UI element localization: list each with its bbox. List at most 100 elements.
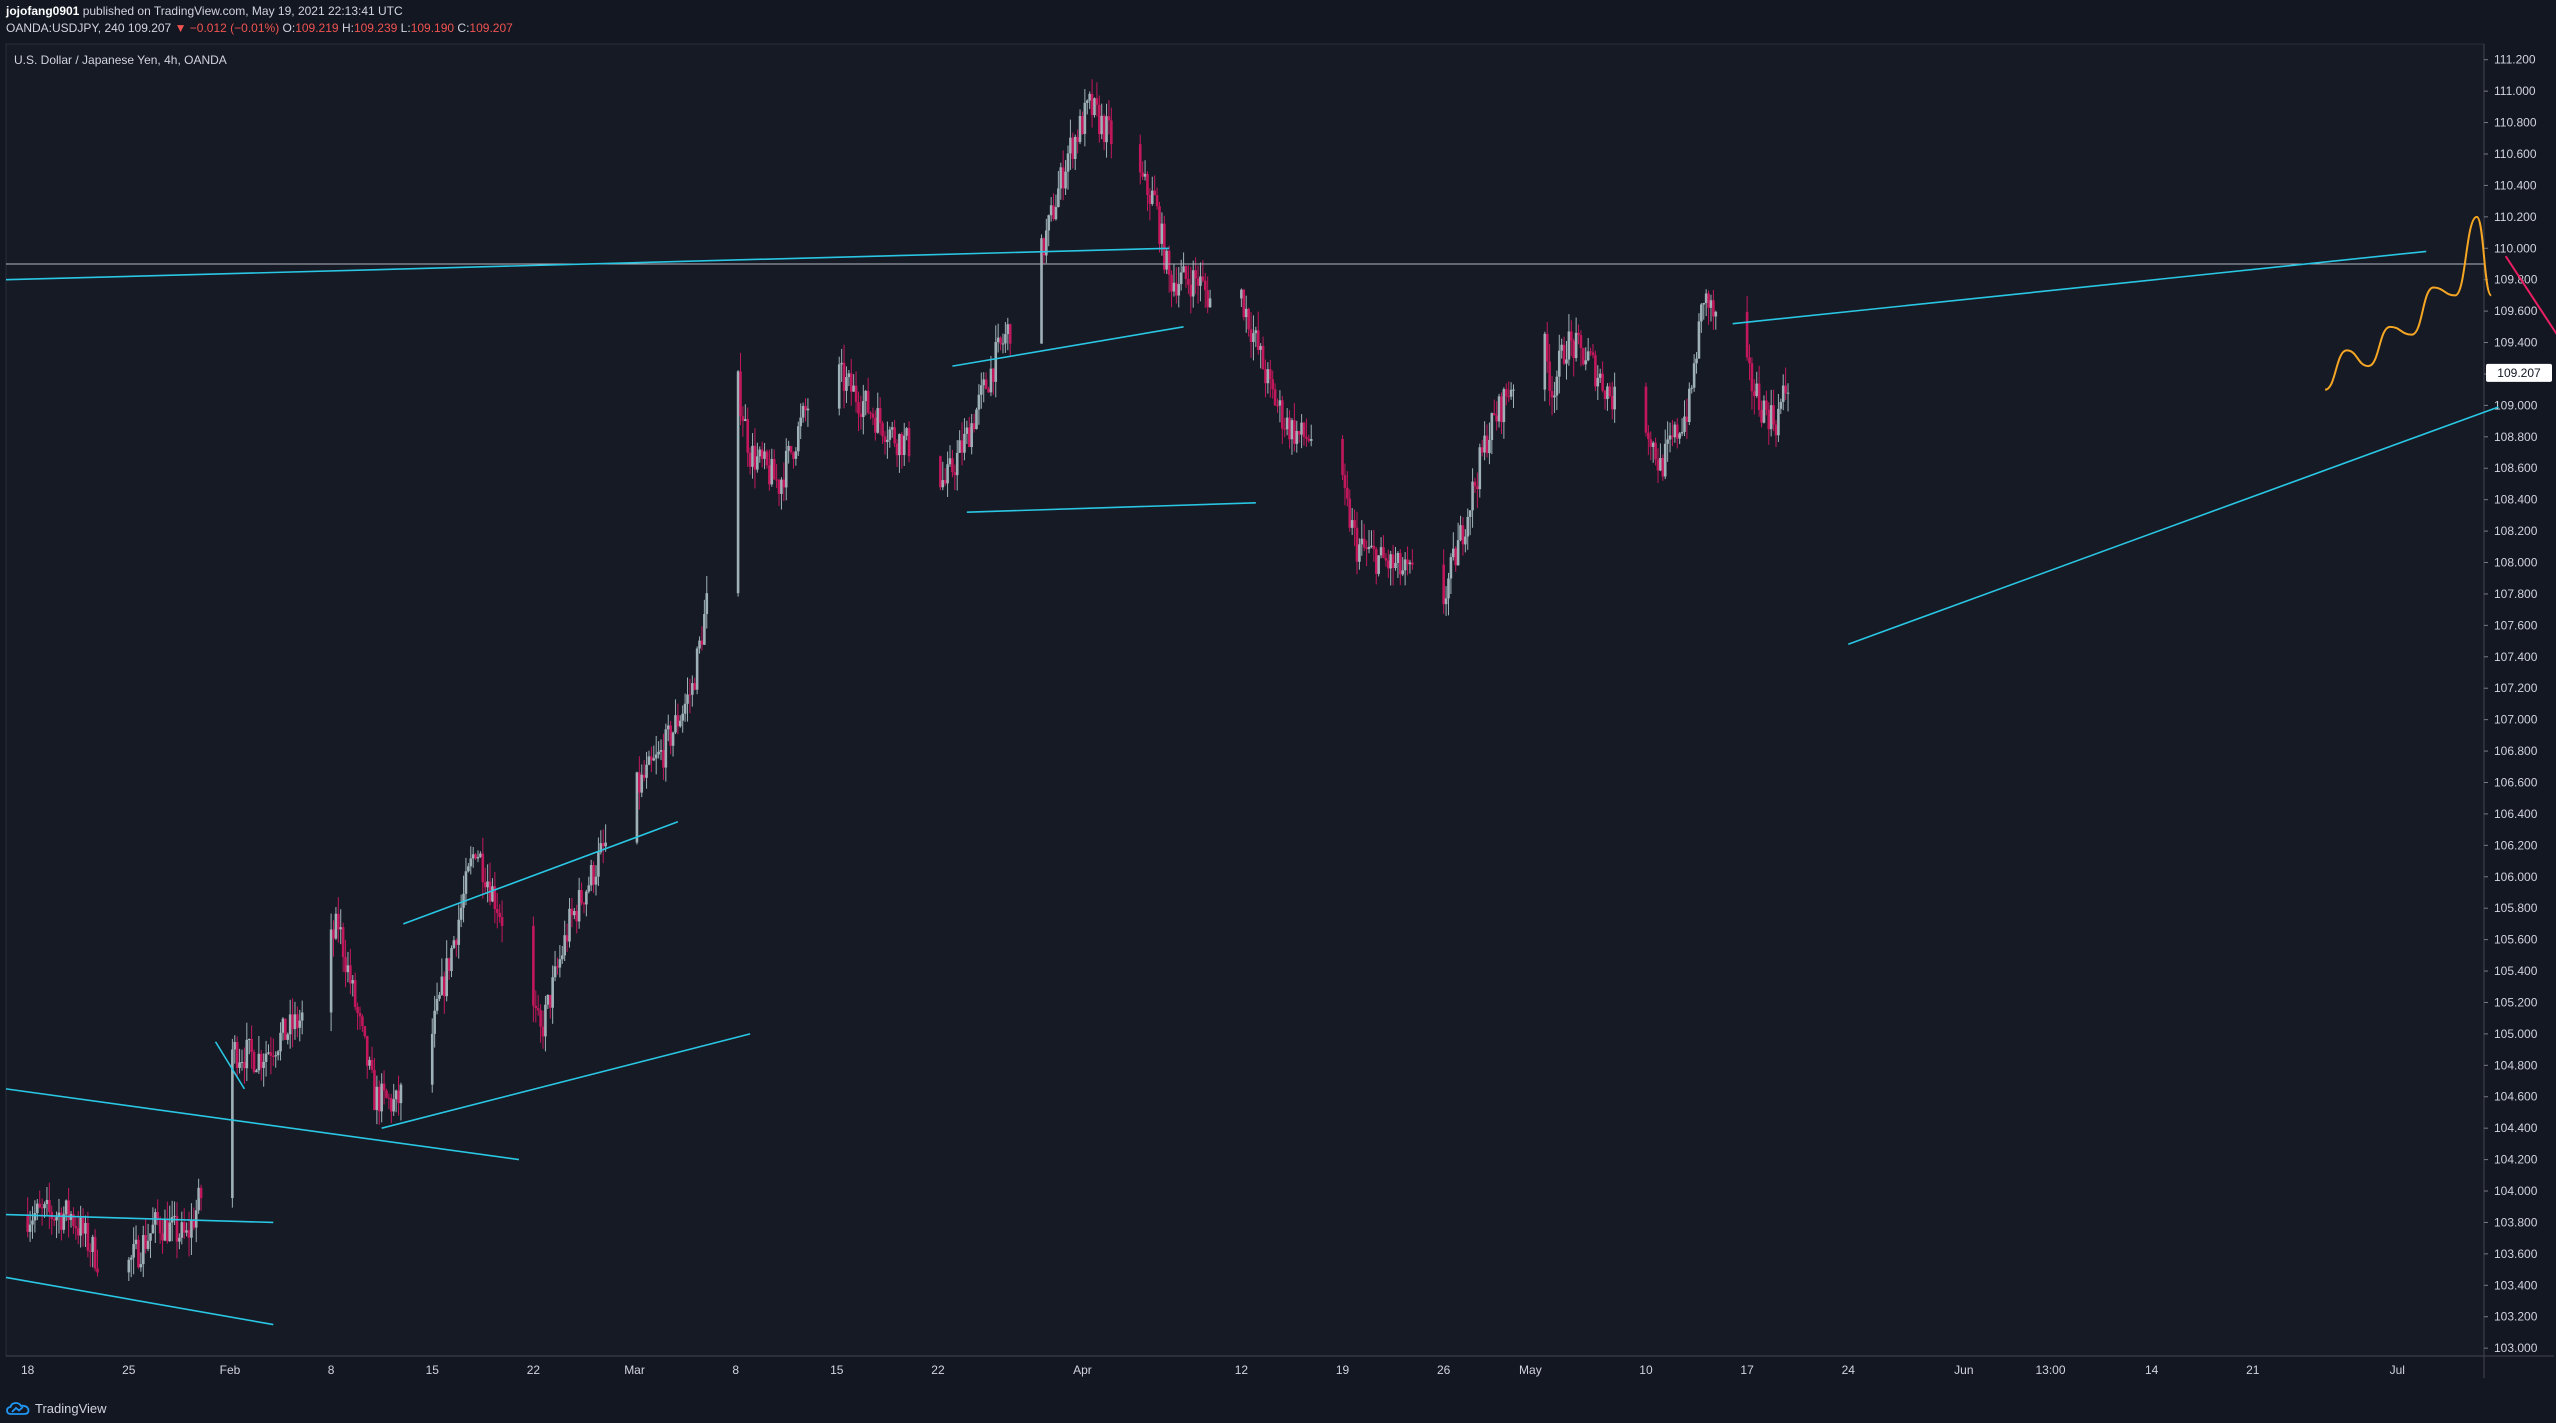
candle-body bbox=[344, 957, 347, 973]
x-tick-label: Mar bbox=[624, 1363, 645, 1377]
y-tick-label: 103.000 bbox=[2494, 1341, 2538, 1355]
candle-body bbox=[353, 980, 357, 1007]
candle-body bbox=[777, 479, 781, 494]
candle-body bbox=[748, 452, 752, 467]
candle-body bbox=[269, 1052, 273, 1056]
candle-body bbox=[1579, 335, 1583, 348]
candle-body bbox=[173, 1215, 176, 1218]
candle-body bbox=[96, 1268, 99, 1273]
candle-body bbox=[1061, 167, 1065, 189]
candle-body bbox=[539, 1010, 542, 1027]
candle-body bbox=[1760, 409, 1763, 423]
candle-body bbox=[1189, 284, 1193, 297]
candle bbox=[1242, 288, 1246, 321]
candle-body bbox=[445, 958, 448, 997]
candle-body bbox=[1545, 333, 1549, 362]
candle-body bbox=[1281, 400, 1284, 429]
candle-body bbox=[1358, 544, 1361, 562]
candle-body bbox=[346, 965, 350, 973]
candle bbox=[252, 1049, 256, 1074]
candle-body bbox=[1264, 369, 1267, 384]
plot-area[interactable] bbox=[5, 43, 2485, 1357]
candle bbox=[695, 646, 699, 695]
candle-body bbox=[334, 913, 338, 939]
candle-body bbox=[1059, 167, 1063, 189]
candle-body bbox=[243, 1062, 246, 1069]
candle-body bbox=[1069, 137, 1072, 154]
candle-body bbox=[652, 758, 656, 761]
candle-body bbox=[989, 368, 993, 393]
time-axis[interactable]: 18 25 Feb 8 15 22 Mar 8 15 22 Apr 12 19 26 May 10 17 24 Ju… bbox=[21, 1363, 2405, 1377]
candle-body bbox=[1680, 431, 1684, 434]
candle-body bbox=[878, 408, 882, 424]
candle-body bbox=[751, 445, 754, 467]
price-chart[interactable]: 111.200 111.000 110.800 110.600 110.400 110.2… bbox=[0, 0, 2556, 1423]
x-tick-label: 14 bbox=[2145, 1363, 2159, 1377]
candle-body bbox=[481, 853, 485, 883]
candle-body bbox=[532, 925, 535, 1006]
candle-body bbox=[1594, 355, 1597, 387]
candle-body bbox=[888, 429, 892, 440]
candle-body bbox=[775, 479, 778, 481]
candle bbox=[1341, 435, 1344, 481]
candle-body bbox=[1584, 360, 1588, 365]
candle-body bbox=[127, 1259, 131, 1273]
candle-body bbox=[1247, 308, 1250, 330]
candle-body bbox=[60, 1212, 63, 1230]
candle-body bbox=[1582, 347, 1585, 365]
y-tick-label: 108.000 bbox=[2494, 556, 2538, 570]
candle-body bbox=[1598, 373, 1602, 378]
candle-body bbox=[337, 913, 340, 930]
candle-body bbox=[965, 427, 969, 434]
candle-body bbox=[585, 891, 588, 905]
candle-body bbox=[784, 450, 788, 488]
candle-body bbox=[272, 1055, 275, 1057]
candle-body bbox=[363, 1026, 367, 1037]
candle-body bbox=[982, 379, 986, 386]
y-tick-label: 106.400 bbox=[2494, 807, 2538, 821]
tradingview-logo[interactable]: TradingView bbox=[6, 1399, 107, 1417]
candle-body bbox=[262, 1061, 265, 1068]
candle-body bbox=[970, 423, 973, 448]
candle bbox=[231, 1038, 234, 1208]
candle-body bbox=[1596, 377, 1600, 387]
candle-body bbox=[1093, 98, 1096, 116]
candle-body bbox=[1377, 555, 1380, 574]
candle-body bbox=[151, 1224, 155, 1234]
candle-body bbox=[758, 449, 762, 457]
candle-body bbox=[902, 435, 906, 456]
candle-body bbox=[951, 458, 954, 473]
candle-body bbox=[1492, 413, 1496, 416]
candle-body bbox=[1659, 457, 1662, 471]
candle-body bbox=[1466, 516, 1470, 537]
candle-body bbox=[146, 1240, 150, 1249]
candle-body bbox=[765, 451, 769, 466]
candle-body bbox=[840, 362, 843, 365]
candle-body bbox=[1700, 304, 1703, 322]
candle-body bbox=[495, 909, 499, 913]
y-tick-label: 111.200 bbox=[2494, 53, 2536, 67]
y-tick-label: 106.800 bbox=[2494, 744, 2538, 758]
candle-body bbox=[659, 750, 663, 752]
candle-body bbox=[1777, 408, 1780, 436]
candle-body bbox=[1302, 422, 1306, 437]
candle-body bbox=[1695, 358, 1698, 364]
candle-body bbox=[782, 479, 786, 488]
candle-body bbox=[45, 1199, 49, 1204]
candle-body bbox=[442, 976, 446, 997]
candle-body bbox=[178, 1237, 181, 1242]
candle-body bbox=[960, 440, 964, 453]
candle-body bbox=[1675, 424, 1679, 439]
candle-body bbox=[399, 1084, 403, 1104]
candle-body bbox=[905, 428, 908, 436]
candle-body bbox=[1769, 405, 1773, 430]
candle-body bbox=[1384, 557, 1388, 561]
candle-body bbox=[1138, 144, 1142, 173]
candle-body bbox=[763, 451, 766, 459]
x-tick-label: Jul bbox=[2390, 1363, 2405, 1377]
candle bbox=[796, 421, 800, 456]
candle-body bbox=[1750, 363, 1754, 392]
candle-body bbox=[789, 445, 793, 453]
price-axis[interactable]: 111.200 111.000 110.800 110.600 110.400 110.2… bbox=[2484, 53, 2538, 1355]
candle-body bbox=[548, 995, 552, 1008]
